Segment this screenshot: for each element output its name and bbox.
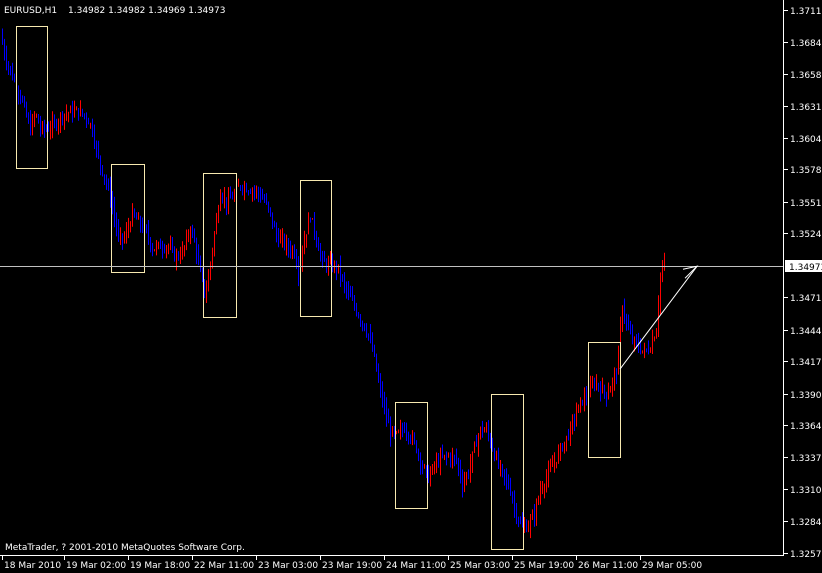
- time-tick-label: 19 Mar 18:00: [130, 561, 190, 571]
- time-tick-label: 23 Mar 19:00: [322, 561, 382, 571]
- time-tick-label: 22 Mar 11:00: [194, 561, 254, 571]
- price-tick-label: 1.33105: [790, 486, 822, 496]
- time-tick-label: 25 Mar 19:00: [514, 561, 574, 571]
- price-tick-label: 1.33905: [790, 391, 822, 401]
- time-tick-label: 29 Mar 05:00: [642, 561, 702, 571]
- current-price-marker: 1.34973: [785, 260, 822, 273]
- ohlc-label: 1.34982 1.34982 1.34969 1.34973: [68, 6, 225, 16]
- price-tick-label: 1.32840: [790, 518, 822, 528]
- symbol-label: EURUSD,H1: [4, 6, 57, 16]
- price-tick-label: 1.34440: [790, 327, 822, 337]
- price-tick-label: 1.36845: [790, 39, 822, 49]
- chart-background: [0, 0, 822, 573]
- price-tick-label: 1.33640: [790, 422, 822, 432]
- time-tick-label: 26 Mar 11:00: [578, 561, 638, 571]
- price-tick-label: 1.36580: [790, 71, 822, 81]
- price-chart[interactable]: 1.37115 1.36845 1.36580 1.36310 1.36045 1.357…: [0, 0, 822, 573]
- price-tick-label: 1.35780: [790, 166, 822, 176]
- price-tick-label: 1.37115: [790, 7, 822, 17]
- price-tick-label: 1.35245: [790, 230, 822, 240]
- price-tick-label: 1.34175: [790, 358, 822, 368]
- time-tick-label: 24 Mar 11:00: [386, 561, 446, 571]
- price-tick-label: 1.33375: [790, 454, 822, 464]
- price-tick-label: 1.35510: [790, 199, 822, 209]
- price-tick-label: 1.36310: [790, 103, 822, 113]
- copyright-text: MetaTrader, ? 2001-2010 MetaQuotes Softw…: [5, 543, 245, 553]
- price-tick-label: 1.32570: [790, 550, 822, 560]
- time-tick-label: 25 Mar 03:00: [450, 561, 510, 571]
- price-tick-label: 1.36045: [790, 135, 822, 145]
- time-tick-label: 19 Mar 02:00: [66, 561, 126, 571]
- current-price-label: 1.34973: [789, 263, 822, 273]
- time-tick-label: 18 Mar 2010: [4, 561, 61, 571]
- time-tick-label: 23 Mar 03:00: [258, 561, 318, 571]
- price-tick-label: 1.34710: [790, 294, 822, 304]
